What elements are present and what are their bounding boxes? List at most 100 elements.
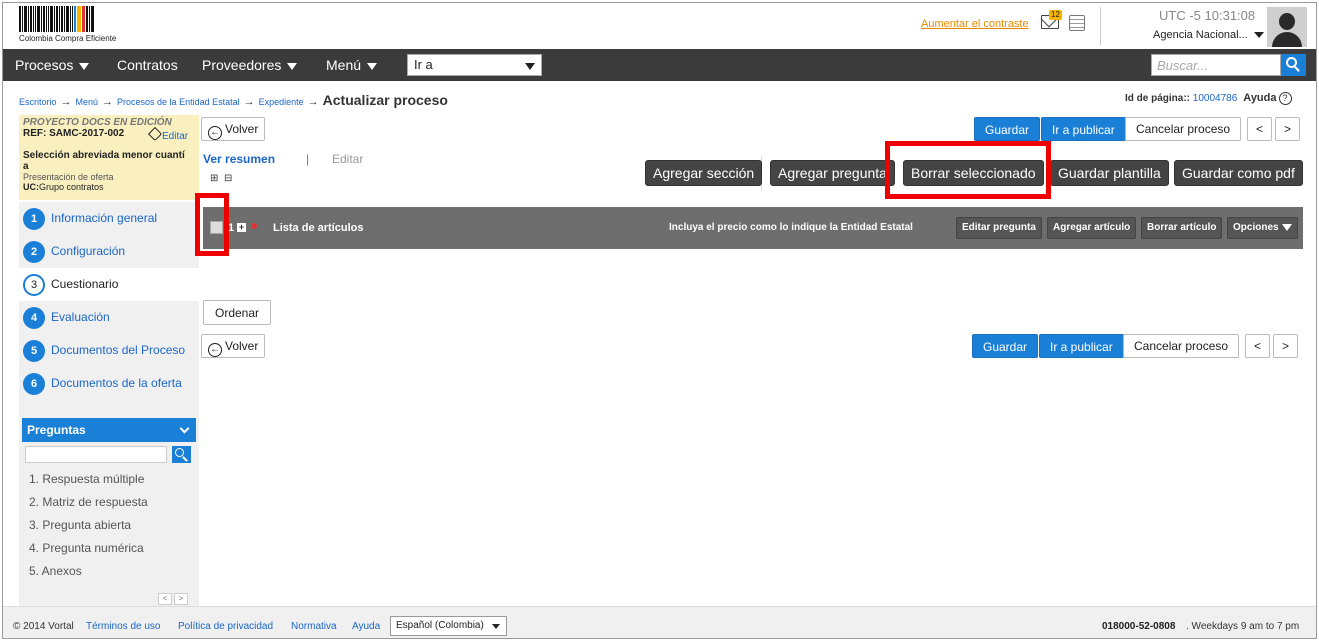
breadcrumb-expediente[interactable]: Expediente xyxy=(259,97,304,107)
search-button[interactable] xyxy=(1281,54,1306,76)
order-button[interactable]: Ordenar xyxy=(203,300,272,325)
breadcrumb-escritorio[interactable]: Escritorio xyxy=(19,97,57,107)
goto-select[interactable]: Ir a xyxy=(407,54,542,76)
publish-button-bottom[interactable]: Ir a publicar xyxy=(1039,334,1124,358)
footer-link-privacidad[interactable]: Política de privacidad xyxy=(178,621,273,632)
save-template-button[interactable]: Guardar plantilla xyxy=(1050,160,1169,186)
agency-selector[interactable]: Agencia Nacional... xyxy=(1153,29,1264,41)
prev-button-bottom[interactable]: < xyxy=(1245,334,1271,358)
tab-editar[interactable]: Editar xyxy=(332,152,363,166)
question-type-item[interactable]: 5. Anexos xyxy=(29,564,82,578)
increase-contrast-link[interactable]: Aumentar el contraste xyxy=(921,18,1029,30)
tab-ver-resumen[interactable]: Ver resumen xyxy=(203,152,275,166)
clock: UTC -5 10:31:08 xyxy=(1159,8,1255,23)
back-button-bottom[interactable]: ← Volver xyxy=(201,334,266,358)
help-link[interactable]: Ayuda xyxy=(1243,92,1276,104)
question-hint: Incluya el precio como lo indique la Ent… xyxy=(669,222,913,233)
prev-button[interactable]: < xyxy=(1247,117,1273,141)
process-uc: UC:Grupo contratos xyxy=(23,182,195,192)
options-button[interactable]: Opciones xyxy=(1227,217,1298,239)
uc-value: Grupo contratos xyxy=(39,182,104,192)
step-documentos-proceso[interactable]: 5 Documentos del Proceso xyxy=(19,334,199,367)
header-divider xyxy=(1100,7,1101,45)
support-hours: . Weekdays 9 am to 7 pm xyxy=(1186,621,1300,632)
caret-down-icon xyxy=(492,624,500,629)
page-id-value: 10004786 xyxy=(1192,93,1238,104)
barcode-logo-icon xyxy=(19,6,131,32)
back-button[interactable]: ← Volver xyxy=(201,117,266,141)
questions-search-input[interactable] xyxy=(25,446,167,463)
delete-item-button[interactable]: Borrar artículo xyxy=(1141,217,1223,239)
delete-selected-button[interactable]: Borrar seleccionado xyxy=(903,160,1044,186)
add-section-button[interactable]: Agregar sección xyxy=(645,160,763,186)
add-question-button[interactable]: Agregar pregunta xyxy=(770,160,895,186)
question-type-item[interactable]: 2. Matriz de respuesta xyxy=(29,495,148,509)
questions-panel: Preguntas 1. Respuesta múltiple 2. Matri… xyxy=(19,400,199,606)
arrow-right-icon: → xyxy=(102,96,114,108)
breadcrumb-menu[interactable]: Menú xyxy=(76,97,99,107)
arrow-left-icon: ← xyxy=(208,126,222,140)
expand-collapse-controls: ⊞ ⊟ xyxy=(210,173,232,184)
goto-value: Ir a xyxy=(414,57,433,72)
logo[interactable]: Colombia Compra Eficiente xyxy=(19,6,131,44)
next-button-bottom[interactable]: > xyxy=(1273,334,1299,358)
next-button[interactable]: > xyxy=(1275,117,1301,141)
step-configuracion[interactable]: 2 Configuración xyxy=(19,235,199,268)
pencil-icon xyxy=(147,126,163,142)
step-label: Información general xyxy=(51,211,158,225)
question-number: 1 xyxy=(228,222,235,234)
questions-search-button[interactable] xyxy=(172,446,191,463)
caret-down-icon xyxy=(367,62,378,70)
nav-procesos[interactable]: Procesos xyxy=(15,57,90,73)
footer-link-ayuda[interactable]: Ayuda xyxy=(352,621,380,632)
expand-all-icon[interactable]: ⊞ xyxy=(210,173,218,184)
arrow-right-icon: → xyxy=(307,96,319,108)
process-summary: PROYECTO DOCS EN EDICIÓN REF: SAMC-2017-… xyxy=(19,115,199,200)
cancel-process-button-bottom[interactable]: Cancelar proceso xyxy=(1123,334,1240,358)
required-dot-icon xyxy=(251,223,257,229)
chevron-down-icon xyxy=(179,423,190,434)
language-select[interactable]: Español (Colombia) xyxy=(390,616,507,636)
step-cuestionario[interactable]: 3 Cuestionario xyxy=(19,268,199,301)
cancel-process-button[interactable]: Cancelar proceso xyxy=(1125,117,1242,141)
step-label: Configuración xyxy=(51,244,126,258)
question-type-item[interactable]: 4. Pregunta numérica xyxy=(29,541,144,555)
question-checkbox[interactable] xyxy=(210,221,223,234)
user-avatar[interactable] xyxy=(1267,7,1307,47)
question-type-item[interactable]: 1. Respuesta múltiple xyxy=(29,472,144,486)
pager-next-button[interactable]: > xyxy=(174,593,188,605)
caret-down-icon xyxy=(1253,32,1264,39)
edit-question-button[interactable]: Editar pregunta xyxy=(956,217,1042,239)
footer-link-terminos[interactable]: Términos de uso xyxy=(86,621,160,632)
save-button-bottom[interactable]: Guardar xyxy=(972,334,1039,358)
process-type: Selección abreviada menor cuantí a xyxy=(23,150,195,172)
options-label: Opciones xyxy=(1233,222,1279,233)
save-button[interactable]: Guardar xyxy=(974,117,1041,141)
collapse-all-icon[interactable]: ⊟ xyxy=(224,173,232,184)
publish-button[interactable]: Ir a publicar xyxy=(1041,117,1126,141)
expand-icon[interactable]: + xyxy=(237,223,246,232)
pager-prev-button[interactable]: < xyxy=(158,593,172,605)
question-type-item[interactable]: 3. Pregunta abierta xyxy=(29,518,131,532)
step-evaluacion[interactable]: 4 Evaluación xyxy=(19,301,199,334)
add-item-button[interactable]: Agregar artículo xyxy=(1047,217,1137,239)
nav-proveedores[interactable]: Proveedores xyxy=(202,57,298,73)
questions-panel-header[interactable]: Preguntas xyxy=(22,418,196,442)
step-informacion-general[interactable]: 1 Información general xyxy=(19,202,199,235)
footer-link-normativa[interactable]: Normativa xyxy=(291,621,337,632)
arrow-left-icon: ← xyxy=(208,343,222,357)
nav-menu-label: Menú xyxy=(326,57,362,73)
questions-pager: < > xyxy=(156,593,188,605)
document-icon[interactable] xyxy=(1069,15,1085,31)
search-input[interactable]: Buscar... xyxy=(1151,54,1281,76)
breadcrumb-procesos[interactable]: Procesos de la Entidad Estatal xyxy=(117,97,240,107)
back-label: Volver xyxy=(225,339,259,353)
nav-contratos[interactable]: Contratos xyxy=(117,57,178,73)
save-pdf-button[interactable]: Guardar como pdf xyxy=(1174,160,1303,186)
step-label: Documentos de la oferta xyxy=(51,376,182,390)
help-icon[interactable]: ? xyxy=(1278,92,1292,105)
arrow-right-icon: → xyxy=(60,96,72,108)
step-documentos-oferta[interactable]: 6 Documentos de la oferta xyxy=(19,367,199,400)
edit-process-link[interactable]: Editar xyxy=(147,126,188,142)
nav-menu[interactable]: Menú xyxy=(326,57,378,73)
